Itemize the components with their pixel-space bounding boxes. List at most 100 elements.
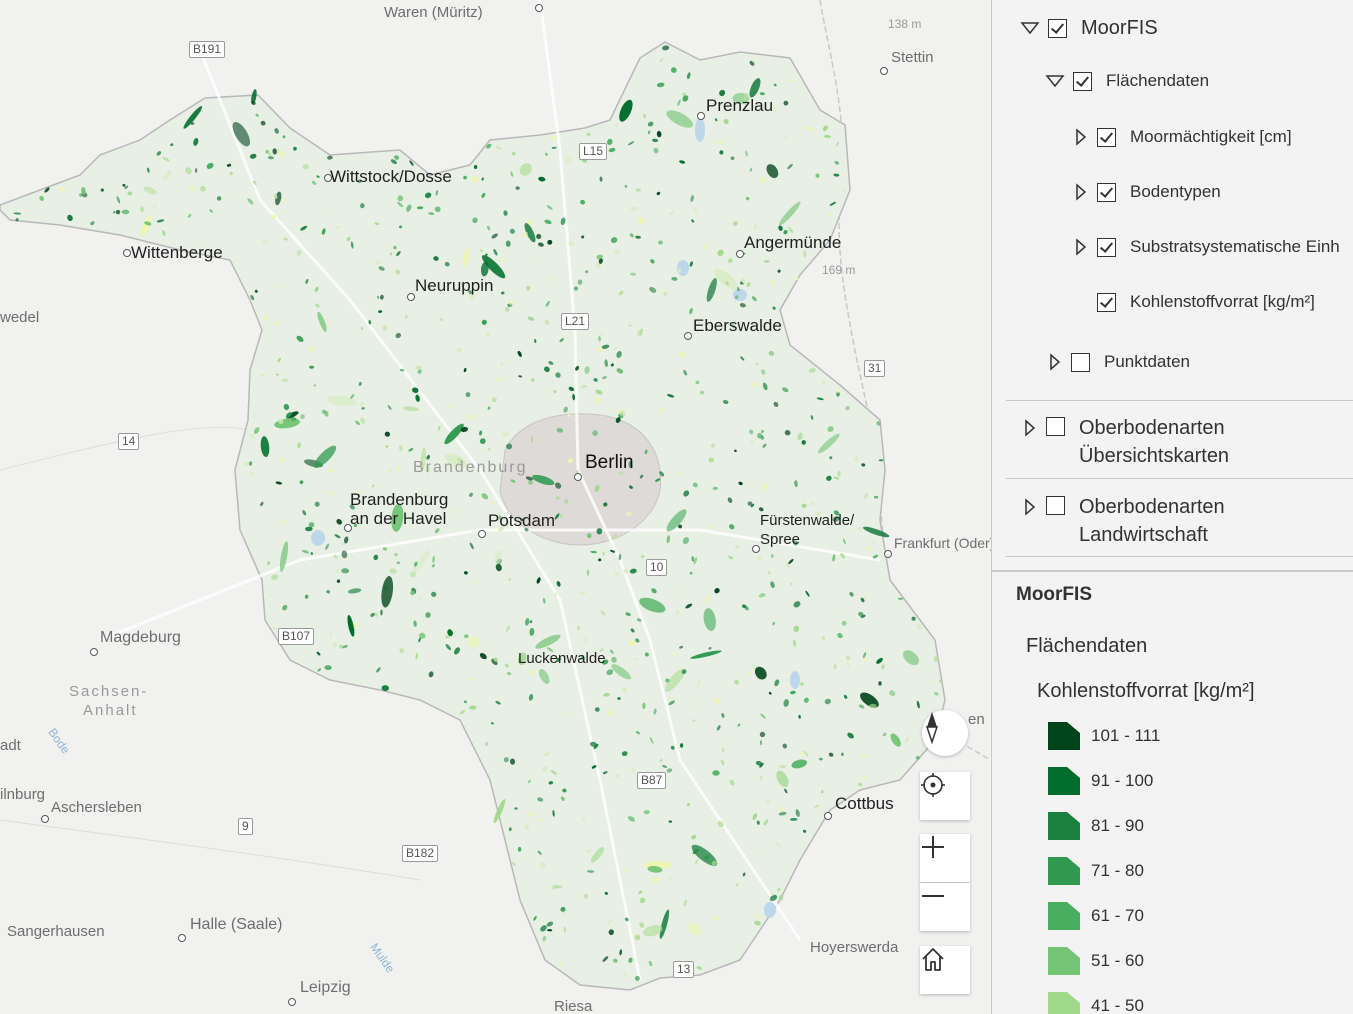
- place-label: adt: [0, 737, 21, 754]
- layer-label: Oberbodenarten: [1079, 417, 1225, 439]
- legend-swatch: [1048, 767, 1080, 795]
- expand-right-icon[interactable]: [1024, 498, 1036, 516]
- place-label: Fürstenwalde/ Spree: [760, 512, 855, 548]
- moor-patch: [721, 747, 725, 753]
- layer-item-bodentypen[interactable]: Bodentypen: [1075, 178, 1221, 206]
- city-dot: [407, 293, 415, 301]
- legend-title: MoorFIS: [1016, 584, 1092, 605]
- legend-label: 71 - 80: [1091, 861, 1144, 880]
- legend: MoorFIS Flächendaten Kohlenstoffvorrat […: [992, 570, 1353, 1014]
- legend-subtitle: Flächendaten: [1026, 635, 1148, 657]
- place-label: Angermünde: [744, 233, 842, 252]
- layer-checkbox[interactable]: [1097, 237, 1116, 257]
- expand-right-icon[interactable]: [1075, 238, 1087, 256]
- place-label: Halle (Saale): [190, 916, 283, 933]
- place-label: Riesa: [554, 998, 593, 1014]
- home-icon: [922, 948, 944, 971]
- legend-item: 71 - 80: [1047, 855, 1144, 887]
- road-shield: 13: [673, 961, 695, 978]
- minus-icon: [922, 895, 944, 897]
- locate-button[interactable]: [920, 772, 970, 820]
- city-dot: [736, 250, 744, 258]
- layer-label: Übersichtskarten: [1079, 445, 1230, 467]
- layer-checkbox[interactable]: [1097, 292, 1116, 312]
- basemap: [0, 0, 991, 1014]
- layer-label: Oberbodenarten: [1079, 496, 1225, 518]
- legend-label: 41 - 50: [1091, 996, 1144, 1014]
- expand-right-icon[interactable]: [1049, 353, 1061, 371]
- road-shield: B182: [402, 845, 439, 862]
- road-shield: L15: [579, 143, 608, 160]
- layer-label: Landwirtschaft: [1079, 524, 1208, 546]
- expand-down-icon[interactable]: [1045, 74, 1065, 88]
- layer-checkbox[interactable]: [1046, 496, 1065, 515]
- place-label: Cottbus: [835, 794, 894, 813]
- layer-label: Bodentypen: [1130, 182, 1221, 201]
- place-label: Waren (Müritz): [384, 4, 483, 21]
- layer-item-punktdaten[interactable]: Punktdaten: [1049, 348, 1190, 376]
- city-dot: [478, 530, 486, 538]
- city-dot: [123, 249, 131, 257]
- place-label: Aschersleben: [51, 799, 142, 816]
- legend-item: 51 - 60: [1047, 945, 1144, 977]
- home-button[interactable]: [920, 946, 970, 994]
- moor-patch: [505, 240, 511, 247]
- zoom-in-button[interactable]: [920, 834, 970, 882]
- road-shield: 10: [646, 559, 668, 576]
- city-dot: [535, 4, 543, 12]
- locate-icon: [921, 773, 945, 797]
- road-shield: 9: [238, 818, 253, 835]
- layer-item-moorfis[interactable]: MoorFIS: [1020, 14, 1158, 42]
- expand-right-icon[interactable]: [1075, 128, 1087, 146]
- city-dot: [178, 934, 186, 942]
- layer-item-oberbodenarten-landwirtschaft[interactable]: Oberbodenarten Landwirtschaft: [1024, 493, 1225, 549]
- expand-right-icon[interactable]: [1075, 183, 1087, 201]
- legend-item: 101 - 111: [1047, 720, 1160, 752]
- layer-item-substratsystematische[interactable]: Substratsystematische Einh: [1075, 233, 1340, 261]
- layer-item-kohlenstoffvorrat[interactable]: Kohlenstoffvorrat [kg/m²]: [1097, 288, 1315, 316]
- layer-list: MoorFIS Flächendaten Moormächtigkeit [cm…: [992, 0, 1353, 568]
- layer-checkbox[interactable]: [1071, 352, 1090, 372]
- city-dot: [824, 812, 832, 820]
- city-dot: [884, 550, 892, 558]
- layer-label: Punktdaten: [1104, 352, 1191, 371]
- layer-checkbox[interactable]: [1073, 71, 1092, 91]
- place-label: Wittstock/Dosse: [330, 167, 452, 186]
- legend-label: 101 - 111: [1091, 726, 1161, 745]
- legend-item: 61 - 70: [1047, 900, 1144, 932]
- layer-checkbox[interactable]: [1046, 417, 1065, 436]
- moor-patch: [869, 703, 877, 709]
- road-shield: B107: [278, 628, 315, 645]
- city-dot: [324, 174, 332, 182]
- layer-item-oberbodenarten-uebersicht[interactable]: Oberbodenarten Übersichtskarten: [1024, 414, 1229, 470]
- legend-label: 91 - 100: [1091, 771, 1154, 790]
- place-label: Wittenberge: [131, 243, 223, 262]
- layer-checkbox[interactable]: [1048, 18, 1067, 38]
- legend-swatch: [1048, 902, 1080, 930]
- place-label: Berlin: [585, 452, 634, 473]
- expand-down-icon[interactable]: [1020, 21, 1040, 35]
- legend-label: 51 - 60: [1091, 951, 1144, 970]
- legend-label: 81 - 90: [1091, 816, 1144, 835]
- map-view[interactable]: Waren (Müritz) Stettin Prenzlau Wittstoc…: [0, 0, 991, 1014]
- layer-label: Kohlenstoffvorrat [kg/m²]: [1130, 292, 1315, 311]
- elevation-label: 138 m: [888, 17, 922, 31]
- region-label: Brandenburg: [413, 459, 528, 476]
- layer-label: Moormächtigkeit [cm]: [1130, 127, 1292, 146]
- city-dot: [684, 332, 692, 340]
- legend-label: 61 - 70: [1091, 906, 1144, 925]
- side-panel: MoorFIS Flächendaten Moormächtigkeit [cm…: [991, 0, 1353, 1014]
- layer-item-flaechendaten[interactable]: Flächendaten: [1045, 67, 1209, 95]
- place-label: Prenzlau: [706, 96, 774, 115]
- place-label: Brandenburg an der Havel: [350, 490, 449, 528]
- city-dot: [752, 545, 760, 553]
- zoom-out-button[interactable]: [920, 883, 970, 931]
- expand-right-icon[interactable]: [1024, 419, 1036, 437]
- place-label: Potsdam: [488, 511, 556, 530]
- layer-item-moormaechtigkeit[interactable]: Moormächtigkeit [cm]: [1075, 123, 1292, 151]
- place-label: Frankfurt (Oder): [894, 535, 991, 551]
- region-label: Anhalt: [83, 702, 138, 719]
- layer-checkbox[interactable]: [1097, 182, 1116, 202]
- layer-checkbox[interactable]: [1097, 127, 1116, 147]
- compass-button[interactable]: [922, 710, 968, 756]
